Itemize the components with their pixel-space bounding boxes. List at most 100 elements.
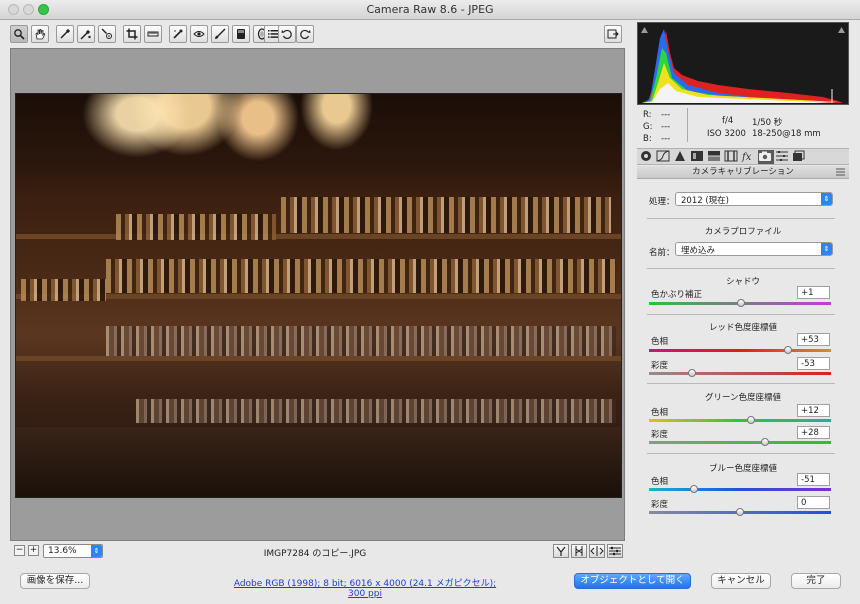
tab-snapshots[interactable]	[792, 150, 808, 164]
image-preview-area[interactable]	[10, 48, 625, 541]
shutter-speed: 1/50 秒	[752, 118, 783, 128]
tab-lens-corrections[interactable]	[724, 150, 740, 164]
green-saturation-slider[interactable]	[649, 438, 831, 446]
blue-hue-slider[interactable]	[649, 485, 831, 493]
crop-tool-button[interactable]	[123, 25, 141, 43]
adjustment-tabs: fx	[637, 148, 849, 165]
green-hue-input[interactable]: +12	[797, 404, 830, 417]
fx-icon: fx	[741, 152, 752, 163]
tab-hsl[interactable]	[690, 150, 706, 164]
color-sampler-tool-button[interactable]	[77, 25, 95, 43]
slider-thumb[interactable]	[736, 299, 745, 307]
process-label: 処理：	[649, 197, 675, 207]
presets-icon	[776, 151, 788, 161]
camera-icon	[759, 151, 771, 161]
swap-settings-button[interactable]	[589, 544, 605, 558]
green-saturation-input[interactable]: +28	[797, 426, 830, 439]
blue-value: ---	[661, 134, 671, 144]
red-saturation-input[interactable]: -53	[797, 357, 830, 370]
detail-triangle-icon	[675, 151, 685, 161]
adjustment-brush-tool-button[interactable]	[211, 25, 229, 43]
done-button[interactable]: 完了	[791, 573, 841, 589]
snapshots-icon	[793, 150, 805, 161]
red-eye-icon	[193, 31, 205, 37]
white-balance-tool-button[interactable]	[56, 25, 74, 43]
rotate-right-button[interactable]	[296, 25, 314, 43]
swap-icon	[590, 546, 604, 556]
hand-tool-button[interactable]	[31, 25, 49, 43]
zoom-out-button[interactable]: −	[14, 545, 25, 556]
blue-saturation-input[interactable]: 0	[797, 496, 830, 509]
zoom-tool-button[interactable]	[10, 25, 28, 43]
workflow-options-link[interactable]: Adobe RGB (1998); 8 bit; 6016 x 4000 (24…	[225, 576, 505, 599]
tab-basic[interactable]	[639, 150, 655, 164]
red-hue-slider[interactable]	[649, 346, 831, 354]
color-sampler-icon	[80, 29, 91, 40]
tab-tone-curve[interactable]	[656, 150, 672, 164]
histogram	[637, 22, 849, 105]
shadow-tint-input[interactable]: +1	[797, 286, 830, 299]
tab-detail[interactable]	[673, 150, 689, 164]
blue-hue-input[interactable]: -51	[797, 473, 830, 486]
tab-camera-calibration[interactable]	[758, 150, 774, 164]
blue-saturation-slider[interactable]	[649, 508, 831, 516]
red-saturation-label: 彩度	[651, 361, 669, 371]
shadow-clipping-warning-icon[interactable]	[640, 25, 649, 34]
shadow-tint-label: 色かぶり補正	[651, 290, 703, 300]
divider	[647, 383, 835, 384]
toggle-mark-button[interactable]	[553, 544, 569, 558]
before-after-button[interactable]	[571, 544, 587, 558]
red-primary-title: レッド色度座標値	[708, 323, 777, 333]
brush-icon	[215, 28, 226, 39]
rotate-left-button[interactable]	[278, 25, 296, 43]
camera-profile-title: カメラプロファイル	[704, 227, 782, 237]
zoom-in-button[interactable]: +	[28, 545, 39, 556]
lens-icon	[724, 150, 738, 162]
green-label: G:	[643, 122, 653, 132]
red-value: ---	[661, 110, 671, 120]
fullscreen-toggle-button[interactable]	[604, 25, 622, 43]
panel-title: カメラキャリブレーション	[692, 167, 794, 177]
tab-split-toning[interactable]	[707, 150, 723, 164]
red-hue-input[interactable]: +53	[797, 333, 830, 346]
slider-thumb[interactable]	[784, 346, 793, 354]
tab-presets[interactable]	[775, 150, 791, 164]
slider-thumb[interactable]	[761, 438, 770, 446]
camera-calibration-panel: 処理： 2012 (現在) ⇕ カメラプロファイル 名前： 埋め込み ⇕ シャド…	[637, 180, 849, 560]
process-value: 2012 (現在)	[681, 196, 729, 206]
red-eye-tool-button[interactable]	[190, 25, 208, 43]
divider	[647, 268, 835, 269]
preview-status-bar: − + 13.6% ⇕ IMGP7284 のコピー.JPG	[10, 542, 625, 560]
zoom-level-select[interactable]: 13.6% ⇕	[43, 544, 103, 558]
straighten-tool-button[interactable]	[144, 25, 162, 43]
slider-thumb[interactable]	[746, 416, 755, 424]
green-hue-label: 色相	[651, 408, 669, 418]
eyedropper-icon	[60, 28, 71, 39]
red-hue-label: 色相	[651, 337, 669, 347]
highlight-clipping-warning-icon[interactable]	[837, 25, 846, 34]
graduated-filter-tool-button[interactable]	[232, 25, 250, 43]
svg-text:fx: fx	[741, 152, 752, 162]
save-image-button[interactable]: 画像を保存...	[20, 573, 90, 589]
red-saturation-slider[interactable]	[649, 369, 831, 377]
spot-removal-tool-button[interactable]	[169, 25, 187, 43]
slider-thumb[interactable]	[689, 485, 698, 493]
bottle-row	[281, 197, 611, 233]
tab-effects[interactable]: fx	[741, 150, 757, 164]
slider-thumb[interactable]	[736, 508, 744, 516]
shadow-tint-slider[interactable]	[649, 299, 831, 307]
panel-menu-icon[interactable]	[836, 168, 845, 176]
process-select[interactable]: 2012 (現在) ⇕	[675, 192, 833, 206]
green-hue-slider[interactable]	[649, 416, 831, 424]
green-value: ---	[661, 122, 671, 132]
hand-icon	[35, 29, 46, 40]
profile-name-select[interactable]: 埋め込み ⇕	[675, 242, 833, 256]
chevron-updown-icon: ⇕	[821, 243, 832, 255]
slider-thumb[interactable]	[687, 369, 696, 377]
shelf	[16, 356, 621, 361]
profile-name-label: 名前：	[649, 248, 675, 258]
open-object-button[interactable]: オブジェクトとして開く	[574, 573, 691, 589]
preview-preferences-button[interactable]	[607, 544, 623, 558]
cancel-button[interactable]: キャンセル	[711, 573, 771, 589]
targeted-adjustment-tool-button[interactable]	[98, 25, 116, 43]
